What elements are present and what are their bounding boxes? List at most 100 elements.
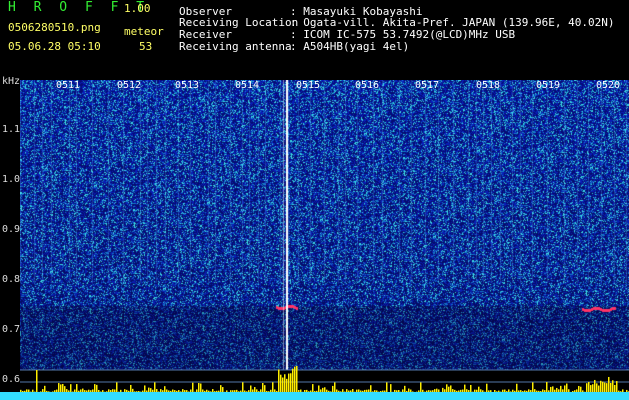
level-bar: [430, 390, 432, 392]
level-bar: [148, 387, 150, 392]
level-bar: [408, 388, 410, 392]
level-bar: [572, 391, 574, 392]
level-bar: [280, 374, 282, 392]
file-datetime: 05.06.28 05:10: [8, 40, 101, 53]
level-bar: [222, 387, 224, 392]
level-bar: [364, 389, 366, 392]
level-bar: [412, 391, 414, 392]
level-bar: [362, 390, 364, 392]
level-bar: [528, 389, 530, 392]
level-bar: [518, 390, 520, 392]
level-bar: [410, 389, 412, 392]
level-bar: [198, 383, 200, 392]
level-bar: [538, 390, 540, 392]
level-bar: [206, 389, 208, 392]
level-bar: [542, 389, 544, 392]
level-bar: [284, 374, 286, 392]
level-bar: [370, 385, 372, 392]
level-bar: [540, 391, 542, 392]
level-bar: [264, 385, 266, 392]
level-bar: [276, 390, 278, 392]
level-bar: [568, 389, 570, 392]
level-bar: [96, 384, 98, 392]
level-bar: [556, 387, 558, 392]
level-bar: [320, 389, 322, 392]
level-bar: [316, 390, 318, 392]
level-bar: [560, 385, 562, 392]
level-bar: [120, 389, 122, 392]
level-bar: [422, 389, 424, 392]
antenna-label: Receiving antenna: [179, 40, 292, 53]
level-bar: [62, 383, 64, 392]
level-bar: [296, 366, 298, 392]
level-bar: [458, 390, 460, 392]
level-bar: [348, 390, 350, 392]
level-bar: [252, 389, 254, 392]
level-bar: [150, 388, 152, 392]
level-bar: [36, 370, 38, 392]
level-bar: [210, 391, 212, 392]
level-bar: [230, 390, 232, 392]
level-bar: [616, 381, 618, 392]
level-bar: [506, 391, 508, 392]
level-bar: [464, 384, 466, 392]
level-bar: [502, 389, 504, 392]
level-bar: [260, 389, 262, 392]
freq-tick: 1.0: [2, 174, 21, 185]
level-bar: [346, 389, 348, 392]
level-bar: [450, 385, 452, 392]
level-bar: [306, 389, 308, 392]
time-mark: 0512: [117, 80, 142, 91]
level-bar: [154, 382, 156, 392]
level-bar: [350, 390, 352, 392]
level-bar: [618, 390, 620, 392]
level-bar: [452, 389, 454, 392]
level-bar: [544, 390, 546, 392]
level-bar: [342, 389, 344, 392]
level-bar: [146, 390, 148, 392]
level-bar: [66, 389, 68, 392]
level-bar: [256, 389, 258, 392]
freq-tick: 0.9: [2, 224, 21, 235]
level-bar: [602, 381, 604, 392]
level-bar: [522, 391, 524, 392]
level-bar: [310, 390, 312, 392]
level-bar: [360, 390, 362, 392]
level-bar: [514, 390, 516, 392]
level-bar: [246, 391, 248, 392]
signal-level-strip: [0, 366, 629, 400]
axis-unit: kHz: [2, 76, 21, 87]
level-bar: [200, 383, 202, 392]
level-bar: [44, 385, 46, 392]
level-bar: [622, 389, 624, 392]
level-bar: [86, 390, 88, 392]
level-bar: [24, 390, 26, 392]
level-bar: [142, 390, 144, 392]
level-bar: [152, 389, 154, 392]
level-bar: [334, 382, 336, 392]
level-bar: [598, 385, 600, 392]
level-bar: [610, 382, 612, 392]
level-bar: [68, 390, 70, 392]
level-bar: [90, 390, 92, 392]
level-bar: [244, 390, 246, 392]
level-bar: [22, 390, 24, 392]
level-bar: [220, 385, 222, 392]
level-bar: [326, 389, 328, 392]
level-bar: [144, 385, 146, 392]
level-bar: [42, 389, 44, 392]
level-bar: [46, 390, 48, 392]
level-bar: [476, 389, 478, 392]
time-mark: 0517: [415, 80, 440, 91]
level-bar: [290, 373, 292, 392]
level-bar: [448, 386, 450, 392]
level-bar: [270, 389, 272, 392]
level-bar: [468, 390, 470, 392]
level-bar: [136, 391, 138, 392]
level-bar: [356, 389, 358, 392]
level-bar: [76, 384, 78, 392]
level-bar: [254, 387, 256, 392]
level-bar: [578, 385, 580, 392]
level-bar: [292, 368, 294, 392]
freq-tick: 0.7: [2, 324, 21, 335]
